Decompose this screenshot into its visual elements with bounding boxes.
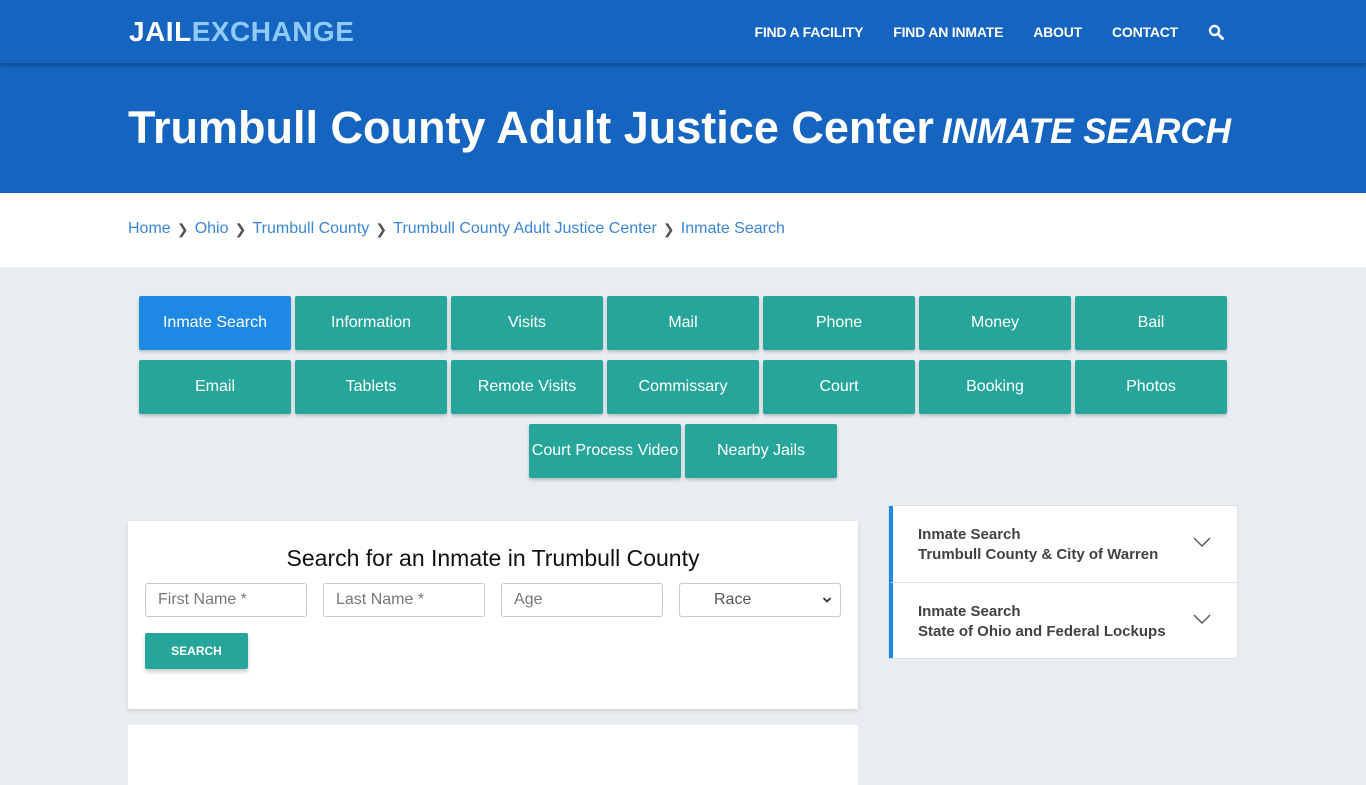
top-navbar: JAILEXCHANGE FIND A FACILITY FIND AN INM… bbox=[0, 0, 1366, 64]
tab-court-process-video[interactable]: Court Process Video bbox=[529, 424, 681, 478]
chevron-right-icon: ❯ bbox=[662, 220, 675, 237]
sidebar-accordion: Inmate Search Trumbull County & City of … bbox=[888, 505, 1238, 659]
search-form-title: Search for an Inmate in Trumbull County bbox=[286, 545, 700, 571]
content-card bbox=[128, 725, 858, 785]
accordion-item-subtitle: State of Ohio and Federal Lockups bbox=[918, 623, 1166, 640]
tab-commissary[interactable]: Commissary bbox=[607, 360, 759, 414]
accordion-item-state-federal-search[interactable]: Inmate Search State of Ohio and Federal … bbox=[889, 582, 1237, 658]
nav-find-inmate[interactable]: FIND AN INMATE bbox=[893, 24, 1003, 40]
last-name-input[interactable] bbox=[323, 583, 485, 617]
breadcrumb: Home ❯ Ohio ❯ Trumbull County ❯ Trumbull… bbox=[128, 220, 785, 238]
chevron-down-icon bbox=[1193, 537, 1211, 547]
chevron-right-icon: ❯ bbox=[375, 220, 388, 237]
accordion-item-county-search[interactable]: Inmate Search Trumbull County & City of … bbox=[889, 506, 1237, 582]
breadcrumb-bar: Home ❯ Ohio ❯ Trumbull County ❯ Trumbull… bbox=[0, 193, 1366, 267]
hero-banner: Trumbull County Adult Justice Center INMA… bbox=[0, 64, 1366, 193]
page-title: Trumbull County Adult Justice Center INMA… bbox=[128, 102, 1231, 154]
chevron-right-icon: ❯ bbox=[176, 220, 189, 237]
breadcrumb-county[interactable]: Trumbull County bbox=[252, 220, 369, 238]
breadcrumb-home[interactable]: Home bbox=[128, 220, 171, 238]
tab-photos[interactable]: Photos bbox=[1075, 360, 1227, 414]
age-input[interactable] bbox=[501, 583, 663, 617]
tab-bail[interactable]: Bail bbox=[1075, 296, 1227, 350]
facility-name: Trumbull County Adult Justice Center bbox=[128, 102, 934, 153]
tab-information[interactable]: Information bbox=[295, 296, 447, 350]
facility-tabs: Inmate Search Information Visits Mail Ph… bbox=[137, 296, 1229, 478]
tab-phone[interactable]: Phone bbox=[763, 296, 915, 350]
accordion-item-title: Inmate Search bbox=[918, 603, 1021, 620]
race-select[interactable]: Race bbox=[679, 583, 841, 617]
nav-find-facility[interactable]: FIND A FACILITY bbox=[755, 24, 864, 40]
tab-mail[interactable]: Mail bbox=[607, 296, 759, 350]
accordion-item-subtitle: Trumbull County & City of Warren bbox=[918, 546, 1159, 563]
breadcrumb-current[interactable]: Inmate Search bbox=[681, 220, 785, 238]
search-button[interactable]: SEARCH bbox=[145, 633, 248, 669]
logo-jail: JAIL bbox=[129, 16, 192, 47]
inmate-search-card: Search for an Inmate in Trumbull County … bbox=[128, 521, 858, 709]
accordion-item-title: Inmate Search bbox=[918, 526, 1021, 543]
tab-visits[interactable]: Visits bbox=[451, 296, 603, 350]
search-fields: Race bbox=[145, 583, 841, 617]
site-logo[interactable]: JAILEXCHANGE bbox=[129, 15, 354, 49]
tab-remote-visits[interactable]: Remote Visits bbox=[451, 360, 603, 414]
page-subtitle: INMATE SEARCH bbox=[941, 112, 1231, 151]
breadcrumb-facility[interactable]: Trumbull County Adult Justice Center bbox=[393, 220, 657, 238]
race-select-value: Race bbox=[714, 591, 752, 608]
tab-booking[interactable]: Booking bbox=[919, 360, 1071, 414]
nav-about[interactable]: ABOUT bbox=[1033, 24, 1082, 40]
chevron-down-icon bbox=[1193, 614, 1211, 624]
tab-money[interactable]: Money bbox=[919, 296, 1071, 350]
tab-email[interactable]: Email bbox=[139, 360, 291, 414]
first-name-input[interactable] bbox=[145, 583, 307, 617]
tab-nearby-jails[interactable]: Nearby Jails bbox=[685, 424, 837, 478]
breadcrumb-state[interactable]: Ohio bbox=[195, 220, 229, 238]
tab-tablets[interactable]: Tablets bbox=[295, 360, 447, 414]
search-icon[interactable] bbox=[1208, 24, 1224, 40]
chevron-down-icon bbox=[822, 597, 832, 603]
main-nav: FIND A FACILITY FIND AN INMATE ABOUT CON… bbox=[725, 0, 1224, 64]
tab-inmate-search[interactable]: Inmate Search bbox=[139, 296, 291, 350]
chevron-right-icon: ❯ bbox=[234, 220, 247, 237]
nav-contact[interactable]: CONTACT bbox=[1112, 24, 1178, 40]
logo-exchange: EXCHANGE bbox=[191, 16, 355, 47]
tab-court[interactable]: Court bbox=[763, 360, 915, 414]
